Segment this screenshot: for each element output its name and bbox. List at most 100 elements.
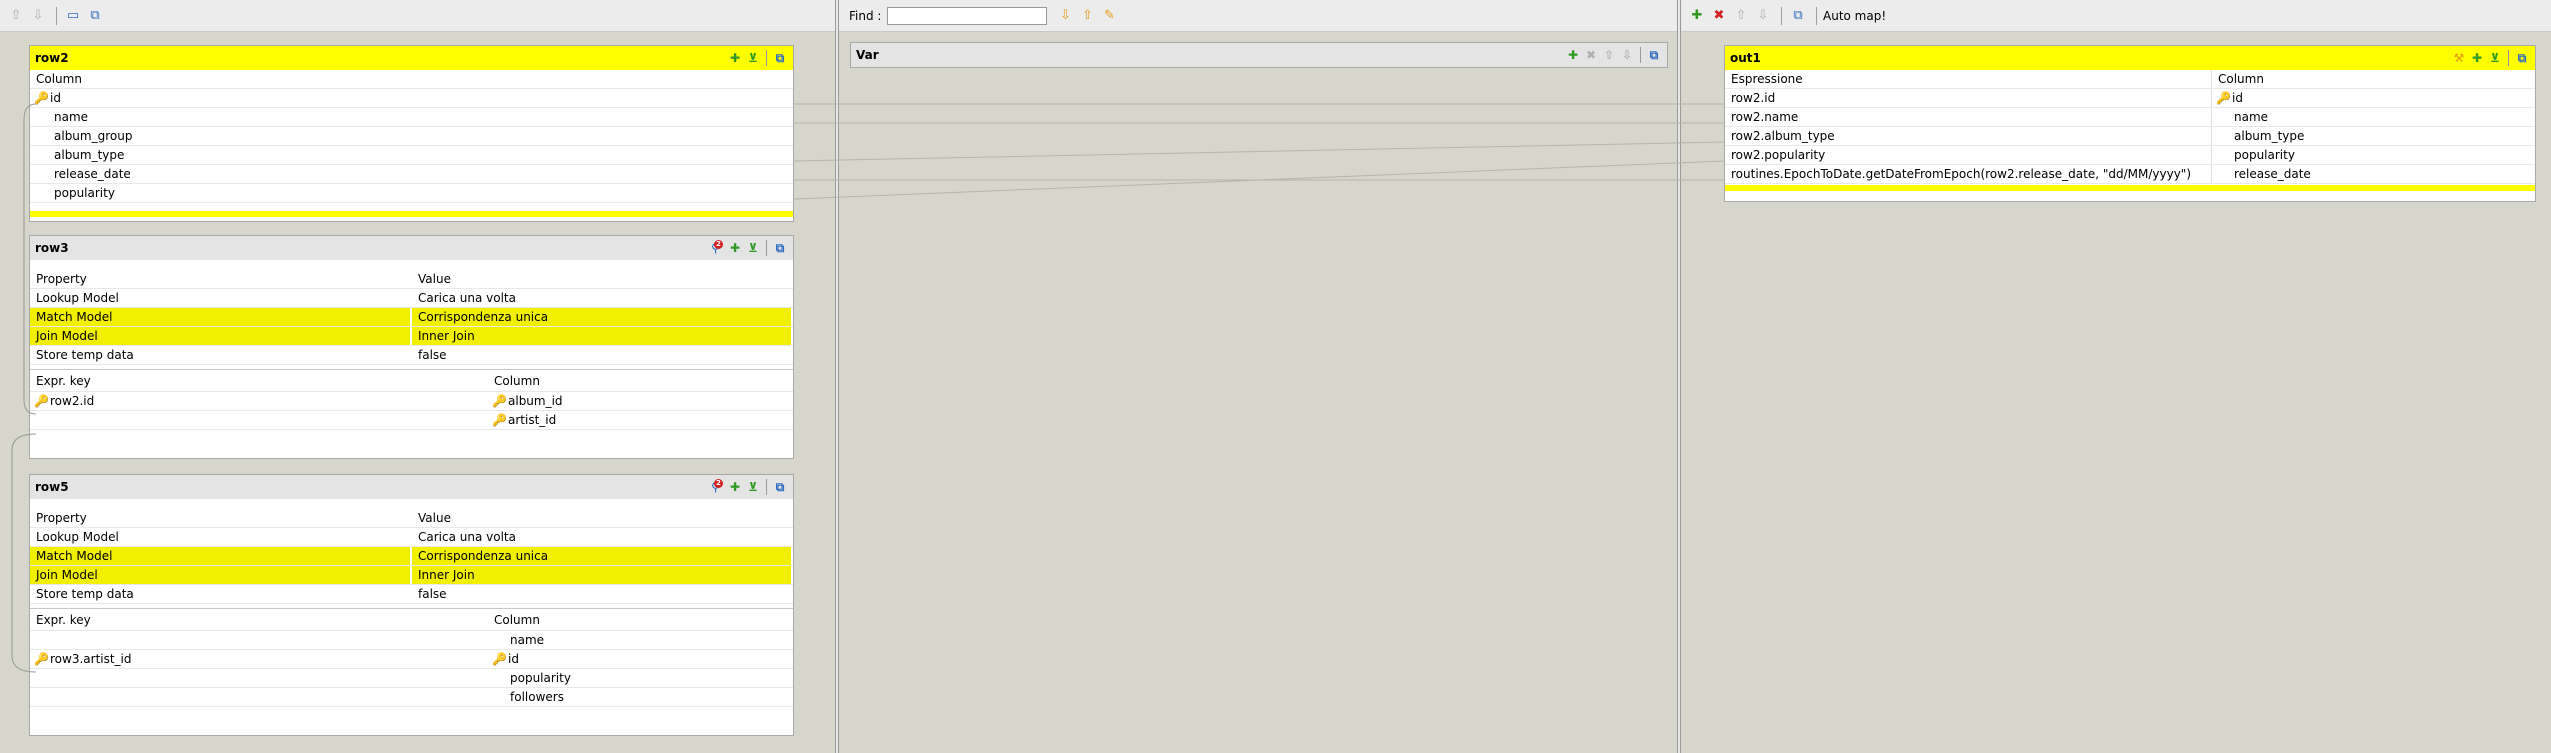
- column-name: name: [510, 633, 545, 647]
- table-row[interactable]: name: [30, 108, 793, 127]
- add-filter-icon[interactable]: ✚: [726, 239, 744, 257]
- expression-cell[interactable]: row2.name: [1725, 108, 2212, 126]
- expr-key[interactable]: [30, 631, 488, 649]
- table-row[interactable]: row2.id 🔑 id: [1725, 89, 2535, 108]
- property-name: Match Model: [30, 547, 410, 565]
- move-down-icon[interactable]: ⇩: [1753, 6, 1773, 26]
- property-row[interactable]: Lookup Model Carica una volta: [30, 528, 793, 547]
- property-value[interactable]: Carica una volta: [412, 528, 516, 546]
- property-value[interactable]: false: [412, 585, 447, 603]
- minimize-icon[interactable]: ⧉: [2513, 49, 2531, 67]
- settings-wrench-icon[interactable]: ⚒: [2450, 49, 2468, 67]
- property-value[interactable]: Inner Join: [412, 327, 791, 345]
- table-row[interactable]: album_group: [30, 127, 793, 146]
- minimize-all-icon[interactable]: ▭: [63, 6, 83, 26]
- table-row[interactable]: routines.EpochToDate.getDateFromEpoch(ro…: [1725, 165, 2535, 184]
- row2-header: row2 ✚ ⊻ ⧉: [30, 46, 793, 70]
- property-name: Store temp data: [36, 587, 134, 601]
- expression-cell[interactable]: row2.popularity: [1725, 146, 2212, 164]
- column-name: album_group: [54, 129, 133, 143]
- row2-title: row2: [35, 51, 69, 65]
- table-row[interactable]: 🔑 row2.id 🔑 album_id: [30, 392, 793, 411]
- property-value[interactable]: Carica una volta: [412, 289, 516, 307]
- table-row[interactable]: popularity: [30, 184, 793, 203]
- table-row[interactable]: row2.name name: [1725, 108, 2535, 127]
- property-row[interactable]: Store temp data false: [30, 585, 793, 604]
- table-row[interactable]: popularity: [30, 669, 793, 688]
- remove-output-icon[interactable]: ✖: [1709, 6, 1729, 26]
- highlight-all-icon[interactable]: ✎: [1099, 6, 1119, 26]
- table-row[interactable]: followers: [30, 688, 793, 707]
- add-filter-icon[interactable]: ✚: [726, 49, 744, 67]
- property-row[interactable]: Join Model Inner Join: [30, 566, 793, 585]
- move-up-icon[interactable]: ⇧: [1731, 6, 1751, 26]
- minimize-icon[interactable]: ⧉: [1645, 46, 1663, 64]
- find-next-icon[interactable]: ⇩: [1055, 6, 1075, 26]
- move-up-icon[interactable]: ⇧: [6, 6, 26, 26]
- add-output-icon[interactable]: ✚: [1687, 6, 1707, 26]
- value-header: Value: [418, 511, 451, 525]
- add-variable-icon[interactable]: ✚: [1564, 46, 1582, 64]
- column-name: id: [2232, 91, 2243, 105]
- property-row[interactable]: Match Model Corrispondenza unica: [30, 308, 793, 327]
- column-name: id: [508, 652, 519, 666]
- table-row[interactable]: row2.album_type album_type: [1725, 127, 2535, 146]
- property-value[interactable]: Corrispondenza unica: [412, 308, 791, 326]
- expr-key-header: Expr. key: [36, 373, 91, 388]
- table-row[interactable]: release_date: [30, 165, 793, 184]
- remove-variable-icon[interactable]: ✖: [1582, 46, 1600, 64]
- key-icon: 🔑: [492, 413, 507, 427]
- column-name: id: [50, 91, 61, 105]
- property-header: Property: [36, 511, 87, 525]
- add-filter-icon[interactable]: ✚: [726, 478, 744, 496]
- expr-key[interactable]: [30, 669, 488, 687]
- move-down-icon[interactable]: ⇩: [28, 6, 48, 26]
- move-up-icon[interactable]: ⇧: [1600, 46, 1618, 64]
- minimize-icon[interactable]: ⧉: [771, 239, 789, 257]
- property-row[interactable]: Join Model Inner Join: [30, 327, 793, 346]
- minimize-icon[interactable]: ⧉: [771, 49, 789, 67]
- expression-cell[interactable]: row2.album_type: [1725, 127, 2212, 145]
- expr-key[interactable]: [30, 411, 488, 429]
- add-filter-icon[interactable]: ✚: [2468, 49, 2486, 67]
- table-row[interactable]: 🔑 artist_id: [30, 411, 793, 430]
- column-name: popularity: [2234, 148, 2295, 162]
- lookup-settings-icon[interactable]: ⚲2: [708, 239, 726, 257]
- row5-title: row5: [35, 480, 69, 494]
- find-previous-icon[interactable]: ⇧: [1077, 6, 1097, 26]
- table-row[interactable]: row2.popularity popularity: [1725, 146, 2535, 165]
- expression-cell[interactable]: routines.EpochToDate.getDateFromEpoch(ro…: [1725, 165, 2212, 183]
- edit-filter-icon[interactable]: ⊻: [744, 49, 762, 67]
- table-row[interactable]: 🔑 id: [30, 89, 793, 108]
- auto-map-button[interactable]: Auto map!: [1823, 9, 1886, 23]
- tooltip-icon[interactable]: ⧉: [85, 6, 105, 26]
- move-down-icon[interactable]: ⇩: [1618, 46, 1636, 64]
- column-name: name: [2234, 110, 2269, 124]
- property-value[interactable]: Corrispondenza unica: [412, 547, 791, 565]
- expr-key-header: Expr. key: [36, 612, 91, 627]
- edit-filter-icon[interactable]: ⊻: [2486, 49, 2504, 67]
- table-row[interactable]: 🔑 row3.artist_id 🔑 id: [30, 650, 793, 669]
- expr-key[interactable]: row3.artist_id: [50, 652, 132, 666]
- expr-key[interactable]: row2.id: [50, 394, 94, 408]
- table-row[interactable]: album_type: [30, 146, 793, 165]
- icon-separator: [766, 240, 767, 256]
- tooltip-icon[interactable]: ⧉: [1788, 6, 1808, 26]
- property-row[interactable]: Lookup Model Carica una volta: [30, 289, 793, 308]
- minimize-icon[interactable]: ⧉: [771, 478, 789, 496]
- out1-header-row: Espressione Column: [1725, 70, 2535, 89]
- property-value[interactable]: false: [412, 346, 447, 364]
- expression-cell[interactable]: row2.id: [1725, 89, 2212, 107]
- var-zone: Find : ⇩ ⇧ ✎ Var ✚ ✖ ⇧ ⇩ ⧉: [839, 0, 1677, 753]
- expr-header-row: Expr. key Column: [30, 370, 793, 392]
- edit-filter-icon[interactable]: ⊻: [744, 239, 762, 257]
- expr-key[interactable]: [30, 688, 488, 706]
- property-row[interactable]: Store temp data false: [30, 346, 793, 365]
- property-row[interactable]: Match Model Corrispondenza unica: [30, 547, 793, 566]
- lookup-settings-icon[interactable]: ⚲2: [708, 478, 726, 496]
- edit-filter-icon[interactable]: ⊻: [744, 478, 762, 496]
- find-input[interactable]: [887, 6, 1048, 25]
- table-row[interactable]: name: [30, 631, 793, 650]
- out1-title: out1: [1730, 51, 1761, 65]
- property-value[interactable]: Inner Join: [412, 566, 791, 584]
